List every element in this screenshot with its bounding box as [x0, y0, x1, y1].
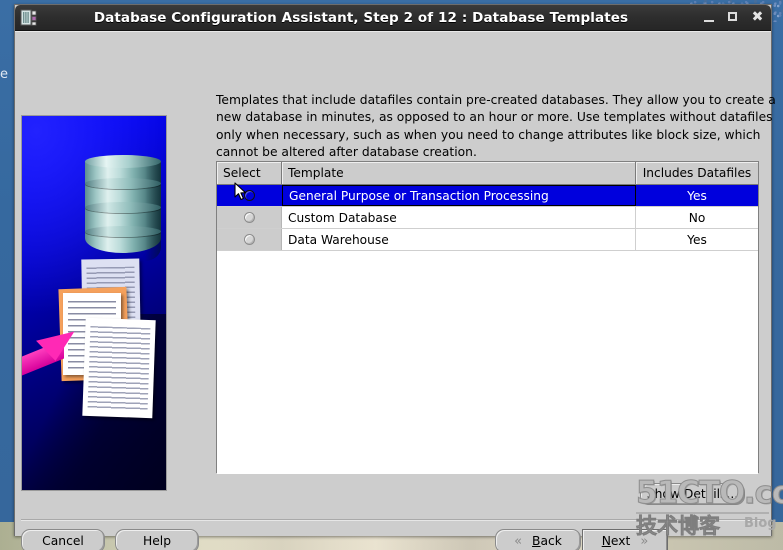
window-controls: ✖	[703, 5, 764, 30]
row-template-name[interactable]: Custom Database	[282, 207, 636, 228]
maximize-icon[interactable]	[727, 11, 740, 24]
row-template-name[interactable]: Data Warehouse	[282, 229, 636, 250]
table-row[interactable]: Data Warehouse Yes	[217, 229, 758, 251]
window-client-area: Templates that include datafiles contain…	[15, 31, 776, 550]
chevron-left-icon: «	[514, 533, 523, 549]
database-cylinder-icon	[85, 152, 161, 262]
screen: e Database Configuration Assistant, Step…	[0, 0, 783, 550]
templates-table[interactable]: Select Template Includes Datafiles Gener…	[216, 161, 759, 474]
document-sheet	[82, 317, 156, 419]
radio-button[interactable]	[243, 234, 255, 245]
title-bar[interactable]: Database Configuration Assistant, Step 2…	[15, 5, 771, 31]
row-select-cell[interactable]	[217, 207, 282, 228]
row-select-cell[interactable]	[217, 229, 282, 250]
chevron-right-icon: »	[640, 533, 649, 549]
magenta-arrow-icon	[22, 317, 84, 378]
next-button[interactable]: Next »	[582, 529, 668, 550]
database-app-icon	[20, 8, 39, 27]
column-header-template[interactable]: Template	[282, 162, 636, 184]
database-illustration	[21, 115, 167, 491]
dbca-window: Database Configuration Assistant, Step 2…	[14, 4, 776, 550]
desktop-stray-text: e	[0, 67, 8, 82]
next-label-rest: ext	[610, 534, 631, 548]
table-empty-area	[217, 251, 758, 474]
row-includes-datafiles: Yes	[636, 229, 758, 250]
next-mnemonic: N	[601, 534, 611, 548]
column-header-select[interactable]: Select	[217, 162, 282, 184]
footer-separator	[21, 519, 765, 520]
back-button-label: Back	[532, 534, 562, 548]
instruction-line-2: new database in minutes, as opposed to a…	[216, 110, 773, 125]
instruction-line-4: cannot be altered after database creatio…	[216, 145, 477, 160]
close-icon[interactable]: ✖	[751, 10, 764, 24]
column-header-includes-datafiles[interactable]: Includes Datafiles	[636, 162, 758, 184]
radio-button[interactable]	[243, 212, 255, 223]
instruction-text: Templates that include datafiles contain…	[216, 92, 776, 162]
show-details-button[interactable]: Show Details...	[640, 483, 745, 505]
table-header-row: Select Template Includes Datafiles	[217, 162, 758, 185]
next-button-label: Next	[602, 534, 631, 548]
minimize-icon[interactable]	[703, 11, 716, 24]
back-button[interactable]: « Back	[495, 529, 581, 550]
radio-button-selected[interactable]	[243, 190, 255, 201]
back-label-rest: ack	[540, 534, 562, 548]
window-title: Database Configuration Assistant, Step 2…	[93, 9, 629, 26]
instruction-line-1: Templates that include datafiles contain…	[216, 93, 776, 107]
table-row[interactable]: General Purpose or Transaction Processin…	[217, 185, 758, 207]
row-includes-datafiles: Yes	[636, 185, 758, 206]
row-template-name[interactable]: General Purpose or Transaction Processin…	[282, 185, 636, 206]
help-button[interactable]: Help	[115, 529, 199, 550]
table-row[interactable]: Custom Database No	[217, 207, 758, 229]
instruction-line-3: only when necessary, such as when you ne…	[216, 127, 761, 142]
row-select-cell[interactable]	[217, 185, 282, 206]
cancel-button[interactable]: Cancel	[21, 529, 105, 550]
row-includes-datafiles: No	[636, 207, 758, 228]
